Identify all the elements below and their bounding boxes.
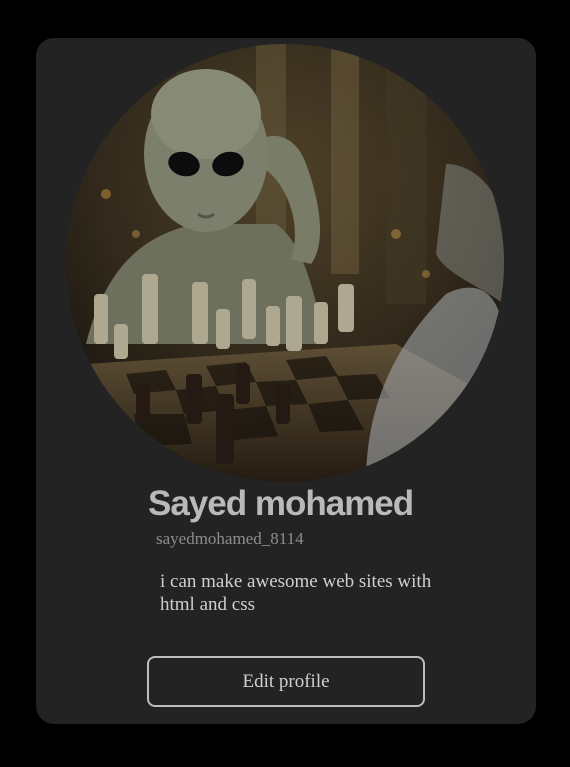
profile-bio: i can make awesome web sites with html a… — [160, 571, 432, 615]
profile-avatar — [66, 44, 504, 482]
profile-name: Sayed mohamed — [148, 484, 414, 523]
profile-card: Sayed mohamed sayedmohamed_8114 i can ma… — [36, 38, 536, 724]
edit-profile-button[interactable]: Edit profile — [147, 656, 425, 707]
avatar-image — [66, 44, 504, 482]
profile-username: sayedmohamed_8114 — [156, 529, 304, 548]
